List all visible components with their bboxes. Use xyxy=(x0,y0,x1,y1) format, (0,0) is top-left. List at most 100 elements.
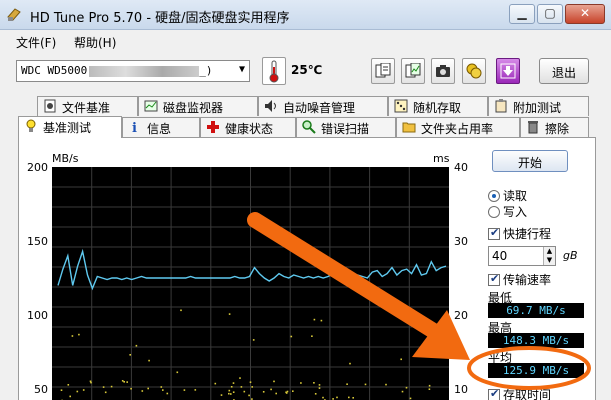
access-time-point xyxy=(69,395,71,398)
access-time-point xyxy=(239,377,241,379)
access-time-point xyxy=(82,389,85,391)
menu-file[interactable]: 文件(F) xyxy=(16,34,56,51)
access-time-point xyxy=(349,362,351,365)
maximize-button[interactable]: ▢ xyxy=(537,4,563,24)
tab-erase[interactable]: 擦除 xyxy=(520,117,589,137)
min-value: 69.7 MB/s xyxy=(488,303,584,318)
screenshot-button[interactable] xyxy=(431,58,455,84)
access-time-point xyxy=(320,319,323,322)
app-icon xyxy=(7,8,21,21)
tab-disk-monitor[interactable]: 磁盘监视器 xyxy=(138,96,258,116)
access-time-point xyxy=(348,396,350,399)
copy-icon xyxy=(375,63,391,78)
copy-chart-button[interactable] xyxy=(401,58,425,84)
short-stroke-checkbox[interactable]: 快捷行程 xyxy=(488,225,551,242)
short-stroke-input[interactable]: 40 ▲ ▼ xyxy=(488,246,556,266)
access-time-point xyxy=(232,391,235,393)
access-time-point xyxy=(290,335,293,338)
start-button[interactable]: 开始 xyxy=(492,150,568,172)
exit-button[interactable]: 退出 xyxy=(539,58,589,84)
access-time-point xyxy=(364,383,367,386)
access-time-point xyxy=(249,381,252,383)
window-title: HD Tune Pro 5.70 - 硬盘/固态硬盘实用程序 xyxy=(30,11,290,26)
tab-file-benchmark[interactable]: 文件基准 xyxy=(37,96,138,116)
access-time-point xyxy=(220,394,223,396)
access-time-point xyxy=(313,318,316,321)
access-time-point xyxy=(275,392,277,395)
toolbar: WDC WD5000 _) ▼ 25℃ 退出 xyxy=(0,52,611,92)
access-time-point xyxy=(300,382,302,384)
access-time-point xyxy=(270,388,272,391)
trash-icon xyxy=(526,120,540,134)
tab-aam[interactable]: 自动噪音管理 xyxy=(258,96,388,116)
monitor-icon xyxy=(144,99,158,113)
red-cross-icon xyxy=(206,120,220,134)
access-time-point xyxy=(141,390,144,392)
access-time-point xyxy=(104,391,107,394)
access-time-point xyxy=(90,381,92,384)
save-button[interactable] xyxy=(496,58,520,84)
access-time-point xyxy=(292,390,294,392)
close-button[interactable]: ✕ xyxy=(565,4,605,24)
speaker-icon xyxy=(264,99,278,113)
access-time-point xyxy=(160,386,163,388)
drive-select[interactable]: WDC WD5000 _) ▼ xyxy=(16,60,250,82)
tab-random-access[interactable]: 随机存取 xyxy=(388,96,488,116)
access-time-point xyxy=(129,354,131,356)
lightbulb-icon xyxy=(24,119,38,133)
title-bar: HD Tune Pro 5.70 - 硬盘/固态硬盘实用程序 ▁ ▢ ✕ xyxy=(0,0,611,30)
maximize-icon: ▢ xyxy=(544,6,556,20)
access-time-point xyxy=(71,335,74,337)
copy-text-button[interactable] xyxy=(371,58,395,84)
drive-name-tail: _) xyxy=(199,64,213,77)
folder-icon xyxy=(402,120,416,134)
access-time-checkbox[interactable]: 存取时间 xyxy=(488,386,551,400)
spinner-arrows-icon[interactable]: ▲ ▼ xyxy=(543,247,555,265)
access-time-point xyxy=(130,387,132,390)
access-time-point xyxy=(252,339,255,341)
y2-tick-label: 30 xyxy=(454,235,468,248)
tab-health[interactable]: 健康状态 xyxy=(200,117,296,137)
access-time-point xyxy=(135,344,138,347)
read-radio[interactable]: 读取 xyxy=(488,187,527,204)
access-time-point xyxy=(314,393,317,395)
checkbox-indicator xyxy=(488,387,500,400)
access-time-point xyxy=(336,396,338,399)
access-time-point xyxy=(385,383,387,386)
write-radio[interactable]: 写入 xyxy=(488,203,527,220)
tab-info[interactable]: i 信息 xyxy=(122,117,200,137)
y-tick-label: 50 xyxy=(34,383,48,396)
minimize-button[interactable]: ▁ xyxy=(509,4,535,24)
access-time-point xyxy=(148,359,150,362)
y-tick-label: 200 xyxy=(27,161,48,174)
drive-name: WDC WD5000 xyxy=(21,64,88,77)
tab-extra-tests[interactable]: 附加测试 xyxy=(488,96,589,116)
access-time-point xyxy=(214,382,217,385)
access-time-point xyxy=(405,386,408,389)
menu-help[interactable]: 帮助(H) xyxy=(74,34,116,51)
short-stroke-unit: gB xyxy=(563,249,578,262)
access-time-point xyxy=(346,383,348,385)
tab-error-scan[interactable]: 错误扫描 xyxy=(296,117,396,137)
radio-indicator xyxy=(488,190,500,202)
access-time-point xyxy=(176,371,179,374)
access-time-point xyxy=(162,389,164,391)
access-time-point xyxy=(232,382,235,384)
access-time-point xyxy=(166,392,169,395)
options-button[interactable] xyxy=(462,58,486,84)
tab-folder-usage[interactable]: 文件夹占用率 xyxy=(396,117,520,137)
access-time-point xyxy=(311,335,313,337)
clipboard-icon xyxy=(494,99,508,113)
avg-value: 125.9 MB/s xyxy=(488,363,584,378)
camera-icon xyxy=(436,65,450,77)
access-time-point xyxy=(428,388,431,390)
file-icon xyxy=(43,99,57,113)
transfer-rate-checkbox[interactable]: 传输速率 xyxy=(488,271,551,288)
checkbox-indicator xyxy=(488,226,500,240)
access-time-point xyxy=(435,346,437,349)
access-time-point xyxy=(76,390,79,393)
tab-benchmark[interactable]: 基准测试 xyxy=(18,116,122,138)
access-time-point xyxy=(102,386,105,388)
download-arrow-icon xyxy=(500,63,516,79)
access-time-point xyxy=(183,389,186,391)
